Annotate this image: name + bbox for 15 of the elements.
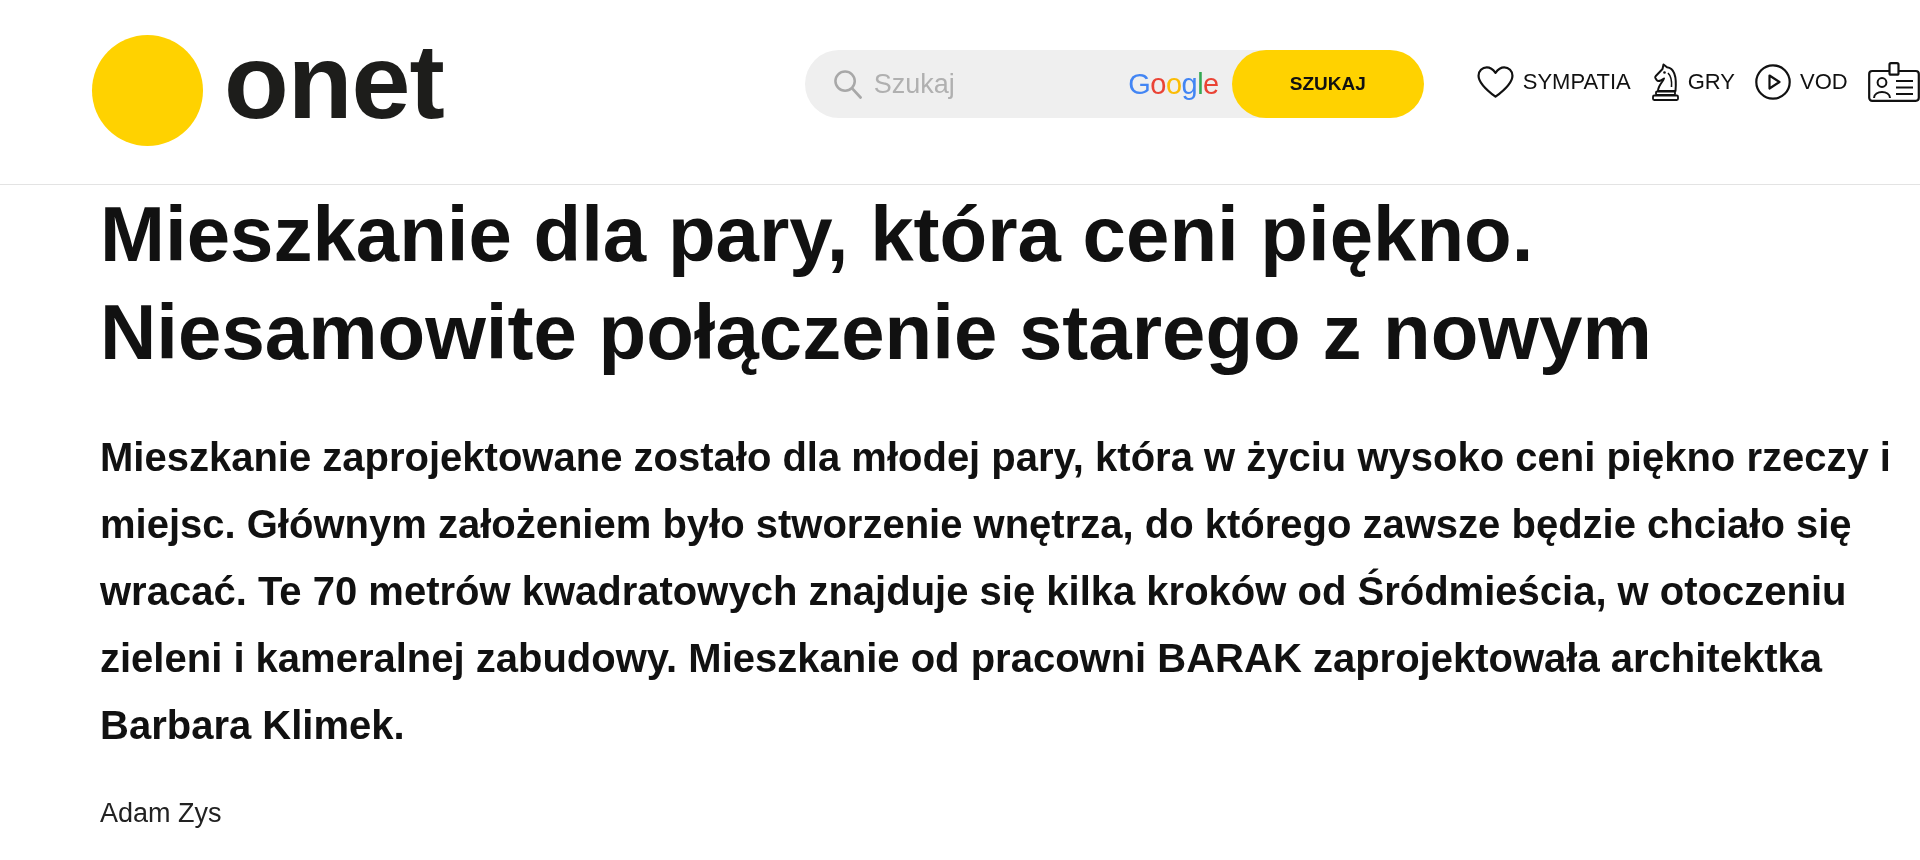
search-field[interactable]: Szukaj [873,62,1129,106]
article-title: Mieszkanie dla pary, która ceni piękno. Niesamowite połączenie starego z nowym [100,189,1653,378]
author-name: Adam Zys [100,797,223,830]
search-button[interactable]: SZUKAJ [1231,50,1424,118]
logo[interactable]: onet [92,34,444,146]
play-icon [1755,64,1791,100]
nav-link[interactable]: VOD [1755,64,1848,100]
search-provider-label: Google [1128,67,1219,101]
nav-link[interactable]: SYMPATIA [1476,65,1631,99]
heart-icon [1476,65,1514,99]
chess-knight-icon [1650,63,1679,101]
id-card-icon[interactable] [1867,62,1920,102]
nav-link[interactable]: GRY [1650,63,1735,101]
article-lead: Mieszkanie zaprojektowane zostało dla młodej pary, która w życiu wysoko ceni piękno rzeczy i miejsc. Głównym założeniem było stworzenie wnętrza, do którego zawsze będzie chciało się wracać. Te 70 metrów kwadratowych znajduje się kilka kroków od Śródmieścia, w otoczeniu zieleni i kameralnej zabudowy. Mieszkanie od pracowni BARAK zaprojektowała architektka Barbara Klimek. [100,434,1892,749]
search-icon [832,69,862,99]
